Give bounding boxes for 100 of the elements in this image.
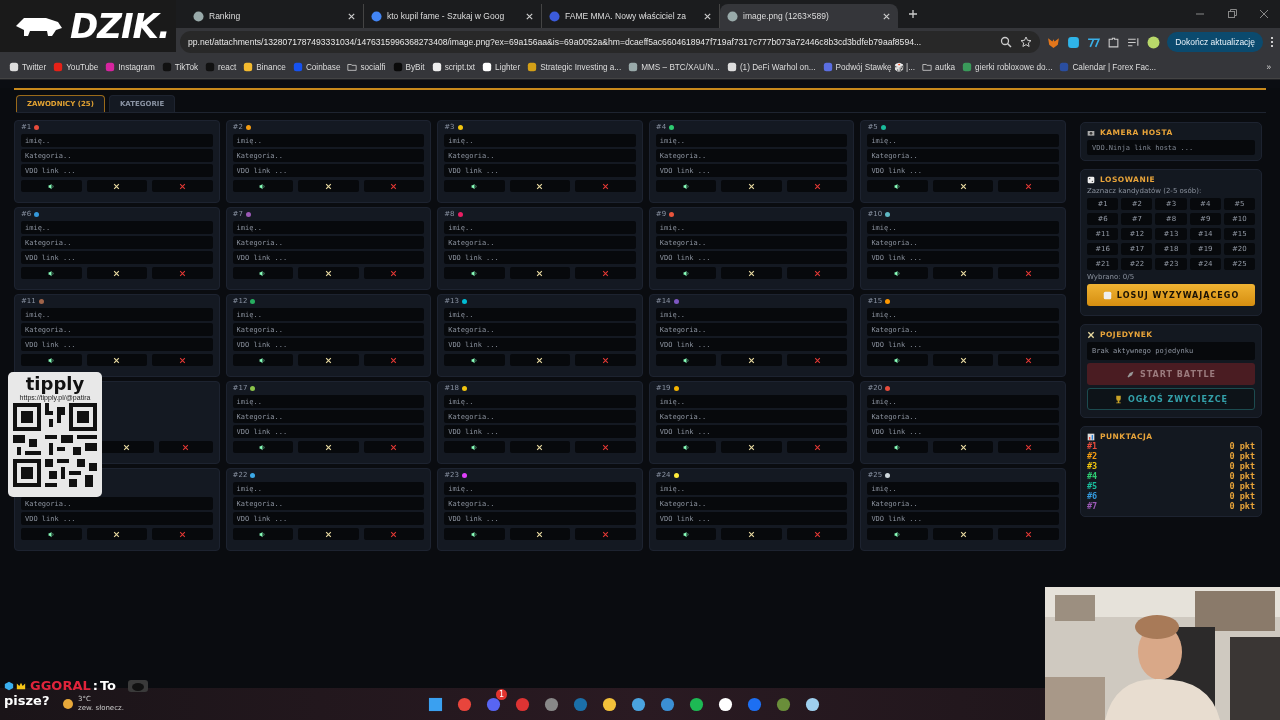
sound-button[interactable] [21,528,82,540]
sound-button[interactable] [867,441,928,453]
sound-button[interactable] [867,354,928,366]
delete-button[interactable] [363,441,425,453]
delete-button[interactable] [575,180,636,192]
extension-icon[interactable] [1067,35,1081,49]
close-icon[interactable] [525,11,534,21]
delete-button[interactable] [998,267,1059,279]
delete-button[interactable] [786,267,848,279]
sound-button[interactable] [655,354,717,366]
menu-icon[interactable] [1270,36,1274,48]
delete-button[interactable] [363,354,425,366]
avatar-icon[interactable] [1147,35,1161,49]
bookmark[interactable]: Instagram [102,62,158,72]
sound-button[interactable] [655,180,717,192]
delete-button[interactable] [363,528,425,540]
taskbar-app[interactable]: 1 [482,691,505,717]
delete-button[interactable] [363,267,425,279]
update-button[interactable]: Dokończ aktualizację [1167,32,1263,52]
close-icon [390,269,398,277]
delete-button[interactable] [363,180,425,192]
close-icon[interactable] [703,11,712,21]
sound-button[interactable] [655,528,717,540]
die-icon [1102,290,1112,300]
folder-icon [347,62,358,72]
delete-button[interactable] [575,441,636,453]
winner-button[interactable]: OGŁOŚ ZWYCIĘZCĘ [1087,388,1255,410]
delete-button[interactable] [998,180,1059,192]
swords-icon [536,182,544,190]
bookmark[interactable]: Twitter [6,62,50,72]
bookmark[interactable]: TikTok [158,62,202,72]
zoom-icon[interactable] [1000,36,1013,48]
speaker-icon [894,182,902,190]
browser-tab[interactable]: image.png (1263×589) [720,4,898,28]
restore-icon[interactable] [1226,8,1238,20]
sound-button[interactable] [232,528,294,540]
puzzle-icon[interactable] [1107,35,1121,49]
fox-icon[interactable] [1047,35,1061,49]
bookmark[interactable]: socialfi [344,62,389,72]
sound-button[interactable] [21,354,82,366]
bookmark[interactable]: Strategic Investing a... [524,62,625,72]
sound-button[interactable] [444,180,505,192]
sound-button[interactable] [21,180,82,192]
delete-button[interactable] [575,267,636,279]
bookmark[interactable]: react [202,62,240,72]
sound-button[interactable] [655,267,717,279]
bookmark[interactable]: script.txt [428,62,479,72]
score-points: 0 pkt [1229,491,1255,501]
bookmark[interactable]: autka [919,62,959,72]
sound-button[interactable] [867,267,928,279]
bookmark[interactable]: YouTube [50,62,102,72]
bookmark[interactable]: Lighter [479,62,524,72]
sound-button[interactable] [232,267,294,279]
sound-button[interactable] [655,441,717,453]
sound-button[interactable] [444,267,505,279]
delete-button[interactable] [998,441,1059,453]
star-icon[interactable] [1020,36,1033,48]
close-icon [813,356,821,364]
delete-button[interactable] [786,441,848,453]
close-icon[interactable] [882,11,891,21]
new-tab-icon[interactable] [908,9,918,19]
bookmark[interactable]: ByBit [389,62,428,72]
delete-button[interactable] [152,267,213,279]
delete-button[interactable] [152,180,213,192]
close-icon[interactable] [1258,8,1270,20]
delete-button[interactable] [998,354,1059,366]
sound-button[interactable] [867,180,928,192]
close-icon[interactable] [347,11,356,21]
fight-button[interactable] [100,441,154,453]
delete-button[interactable] [575,528,636,540]
score-points: 0 pkt [1229,461,1255,471]
sound-button[interactable] [867,528,928,540]
bookmark[interactable]: Podwój Stawkę 🎲 |... [819,62,919,72]
bookmark[interactable]: (1) DeFi Warhol on... [723,62,819,72]
site-icon [549,10,560,22]
sound-button[interactable] [444,354,505,366]
sound-button[interactable] [232,441,294,453]
delete-button[interactable] [786,528,848,540]
bookmark[interactable]: gierki robloxowe do... [959,62,1056,72]
more-bookmarks[interactable]: » [1263,62,1274,72]
sound-button[interactable] [232,354,294,366]
delete-button[interactable] [152,354,213,366]
sound-button[interactable] [232,180,294,192]
delete-button[interactable] [998,528,1059,540]
bookmark[interactable]: Coinbase [289,62,344,72]
bookmark[interactable]: Binance [240,62,289,72]
bookmark[interactable]: MMS – BTC/XAU/N... [625,62,723,72]
delete-button[interactable] [786,354,848,366]
delete-button[interactable] [786,180,848,192]
extension-icon[interactable] [1087,35,1101,49]
delete-button[interactable] [152,528,213,540]
draw-button[interactable]: LOSUJ WYZYWAJĄCEGO [1087,284,1255,306]
sound-button[interactable] [444,441,505,453]
sound-button[interactable] [444,528,505,540]
media-icon[interactable] [1127,35,1141,49]
address-bar[interactable]: pp.net/attachments/1328071787493331034/1476315996368273408/image.png?ex=69a156aa&is=69a0052a&hm=dcaeff5ac6604618947f719af7317c777b073a72446c8b3cd3bdfeb79aaf8594... [180,31,1041,53]
bookmark[interactable]: Calendar | Forex Fac... [1056,62,1160,72]
sound-button[interactable] [21,267,82,279]
delete-button[interactable] [575,354,636,366]
swords-icon [113,356,121,364]
